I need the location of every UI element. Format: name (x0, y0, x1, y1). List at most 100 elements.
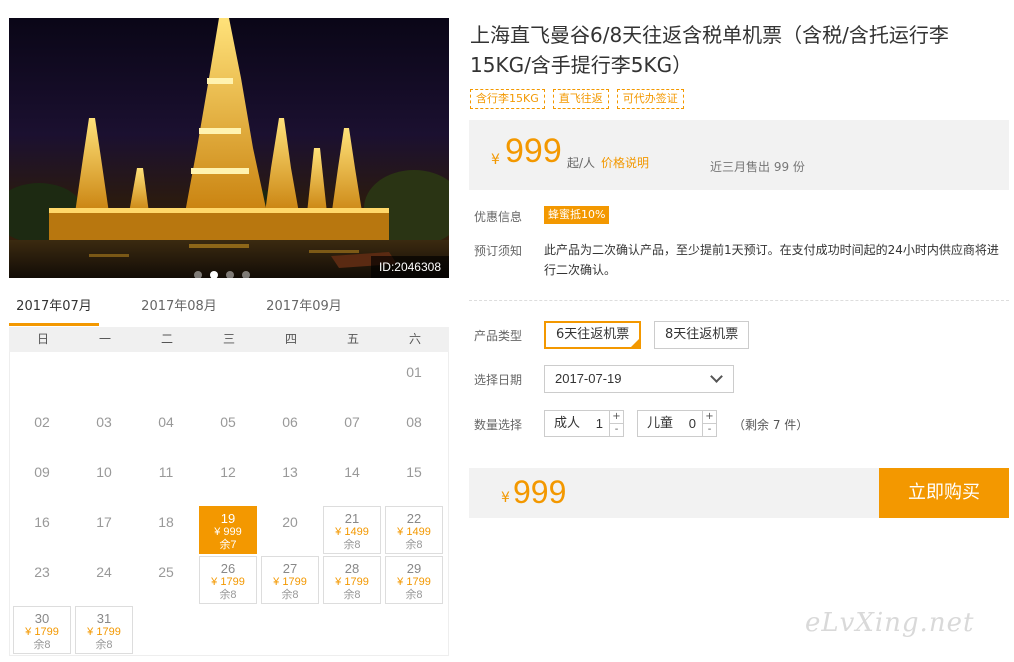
month-tab[interactable]: 2017年07月 (9, 296, 99, 326)
calendar-day[interactable]: 29 ¥ 1799 余8 (385, 556, 443, 604)
calendar-day: 25 (137, 556, 195, 604)
calendar-day: 17 (75, 506, 133, 554)
day-price: ¥ 1799 (335, 576, 369, 588)
calendar-day: 15 (385, 456, 443, 504)
day-number: 21 (344, 511, 360, 526)
day-number: 25 (158, 564, 174, 580)
day-number: 14 (344, 464, 360, 480)
chevron-down-icon (710, 370, 723, 383)
day-number: 01 (406, 364, 422, 380)
child-label: 儿童 (647, 416, 674, 431)
day-number: 16 (34, 514, 50, 530)
day-price: ¥ 999 (214, 526, 242, 538)
adult-minus-button[interactable]: - (609, 424, 623, 437)
buy-now-button[interactable]: 立即购买 (879, 468, 1009, 518)
calendar-day[interactable]: 30 ¥ 1799 余8 (13, 606, 71, 654)
calendar-day: 08 (385, 406, 443, 454)
total-amount: 999 (513, 474, 567, 510)
day-price: ¥ 1799 (87, 626, 121, 638)
child-count[interactable]: 0 (689, 411, 696, 436)
month-tab[interactable]: 2017年08月 (134, 296, 224, 326)
child-stepper[interactable]: 儿童 0 + - (637, 410, 717, 437)
type-option-8day[interactable]: 8天往返机票 (654, 321, 750, 349)
total-bar: ¥ 999 (469, 468, 879, 518)
remaining-stock: （剩余 7 件） (733, 418, 809, 432)
child-plus-button[interactable]: + (702, 411, 716, 424)
day-number: 30 (34, 611, 50, 626)
date-value: 2017-07-19 (555, 371, 622, 386)
day-number: 31 (96, 611, 112, 626)
day-number: 04 (158, 414, 174, 430)
price-explain-link[interactable]: 价格说明 (601, 154, 649, 171)
child-minus-button[interactable]: - (702, 424, 716, 437)
adult-plus-button[interactable]: + (609, 411, 623, 424)
day-number: 29 (406, 561, 422, 576)
tag: 直飞往返 (552, 89, 609, 109)
weekday-label: 一 (98, 332, 111, 346)
weekday-label: 四 (284, 332, 297, 346)
weekday-label: 三 (222, 332, 235, 346)
carousel-dot[interactable] (194, 271, 202, 278)
day-number: 26 (220, 561, 236, 576)
temple-illustration (9, 18, 449, 278)
date-label: 选择日期 (474, 373, 523, 387)
weekday-label: 五 (346, 332, 359, 346)
carousel-dot-active[interactable] (210, 271, 218, 278)
notice-label: 预订须知 (474, 244, 523, 258)
calendar-day: 20 (261, 506, 319, 554)
calendar-day: 07 (323, 406, 381, 454)
calendar-day[interactable]: 28 ¥ 1799 余8 (323, 556, 381, 604)
calendar-grid: 01 02 03 04 05 06 07 08 09 10 11 12 13 14 15 16 17 18 19 ¥ … (9, 352, 449, 656)
day-price: ¥ 1799 (397, 576, 431, 588)
day-number: 17 (96, 514, 112, 530)
day-stock: 余8 (343, 539, 361, 551)
calendar-day: 23 (13, 556, 71, 604)
day-number: 22 (406, 511, 422, 526)
carousel-dot[interactable] (226, 271, 234, 278)
product-photo[interactable]: ID:2046308 (9, 18, 449, 278)
day-stock: 余8 (405, 589, 423, 601)
carousel-dots[interactable] (194, 271, 250, 278)
adult-stepper[interactable]: 成人 1 + - (544, 410, 624, 437)
calendar-day: 05 (199, 406, 257, 454)
date-select[interactable]: 2017-07-19 (544, 365, 734, 393)
carousel-dot[interactable] (242, 271, 250, 278)
calendar-day[interactable]: 21 ¥ 1499 余8 (323, 506, 381, 554)
type-option-6day[interactable]: 6天往返机票 (544, 321, 642, 349)
calendar-day: 11 (137, 456, 195, 504)
calendar-day[interactable]: 22 ¥ 1499 余8 (385, 506, 443, 554)
day-stock: 余8 (95, 639, 113, 651)
calendar-day: 09 (13, 456, 71, 504)
month-tab[interactable]: 2017年09月 (259, 296, 349, 326)
day-number: 15 (406, 464, 422, 480)
day-number: 03 (96, 414, 112, 430)
day-price: ¥ 1799 (273, 576, 307, 588)
day-number: 09 (34, 464, 50, 480)
calendar-day: 12 (199, 456, 257, 504)
calendar-day[interactable]: 31 ¥ 1799 余8 (75, 606, 133, 654)
product-title: 上海直飞曼谷6/8天往返含税单机票（含税/含托运行李15KG/含手提行李5KG） (470, 23, 949, 77)
product-tags: 含行李15KG 直飞往返 可代办签证 (470, 89, 684, 109)
calendar-day-selected[interactable]: 19 ¥ 999 余7 (199, 506, 257, 554)
calendar-day: 04 (137, 406, 195, 454)
calendar-day[interactable]: 27 ¥ 1799 余8 (261, 556, 319, 604)
day-price: ¥ 1799 (25, 626, 59, 638)
quantity-label: 数量选择 (474, 418, 523, 432)
day-number: 28 (344, 561, 360, 576)
calendar-day: 16 (13, 506, 71, 554)
day-stock: 余7 (219, 539, 237, 551)
day-stock: 余8 (33, 639, 51, 651)
day-stock: 余8 (281, 589, 299, 601)
day-price: ¥ 1799 (211, 576, 245, 588)
day-number: 12 (220, 464, 236, 480)
photo-id-badge: ID:2046308 (370, 256, 449, 278)
tag: 可代办签证 (616, 89, 684, 109)
promo-label: 优惠信息 (474, 210, 523, 224)
product-type-label: 产品类型 (474, 329, 523, 343)
day-number: 20 (282, 514, 298, 530)
calendar-day[interactable]: 26 ¥ 1799 余8 (199, 556, 257, 604)
day-number: 02 (34, 414, 50, 430)
day-number: 13 (282, 464, 298, 480)
adult-count[interactable]: 1 (596, 411, 603, 436)
weekday-label: 日 (36, 332, 49, 346)
